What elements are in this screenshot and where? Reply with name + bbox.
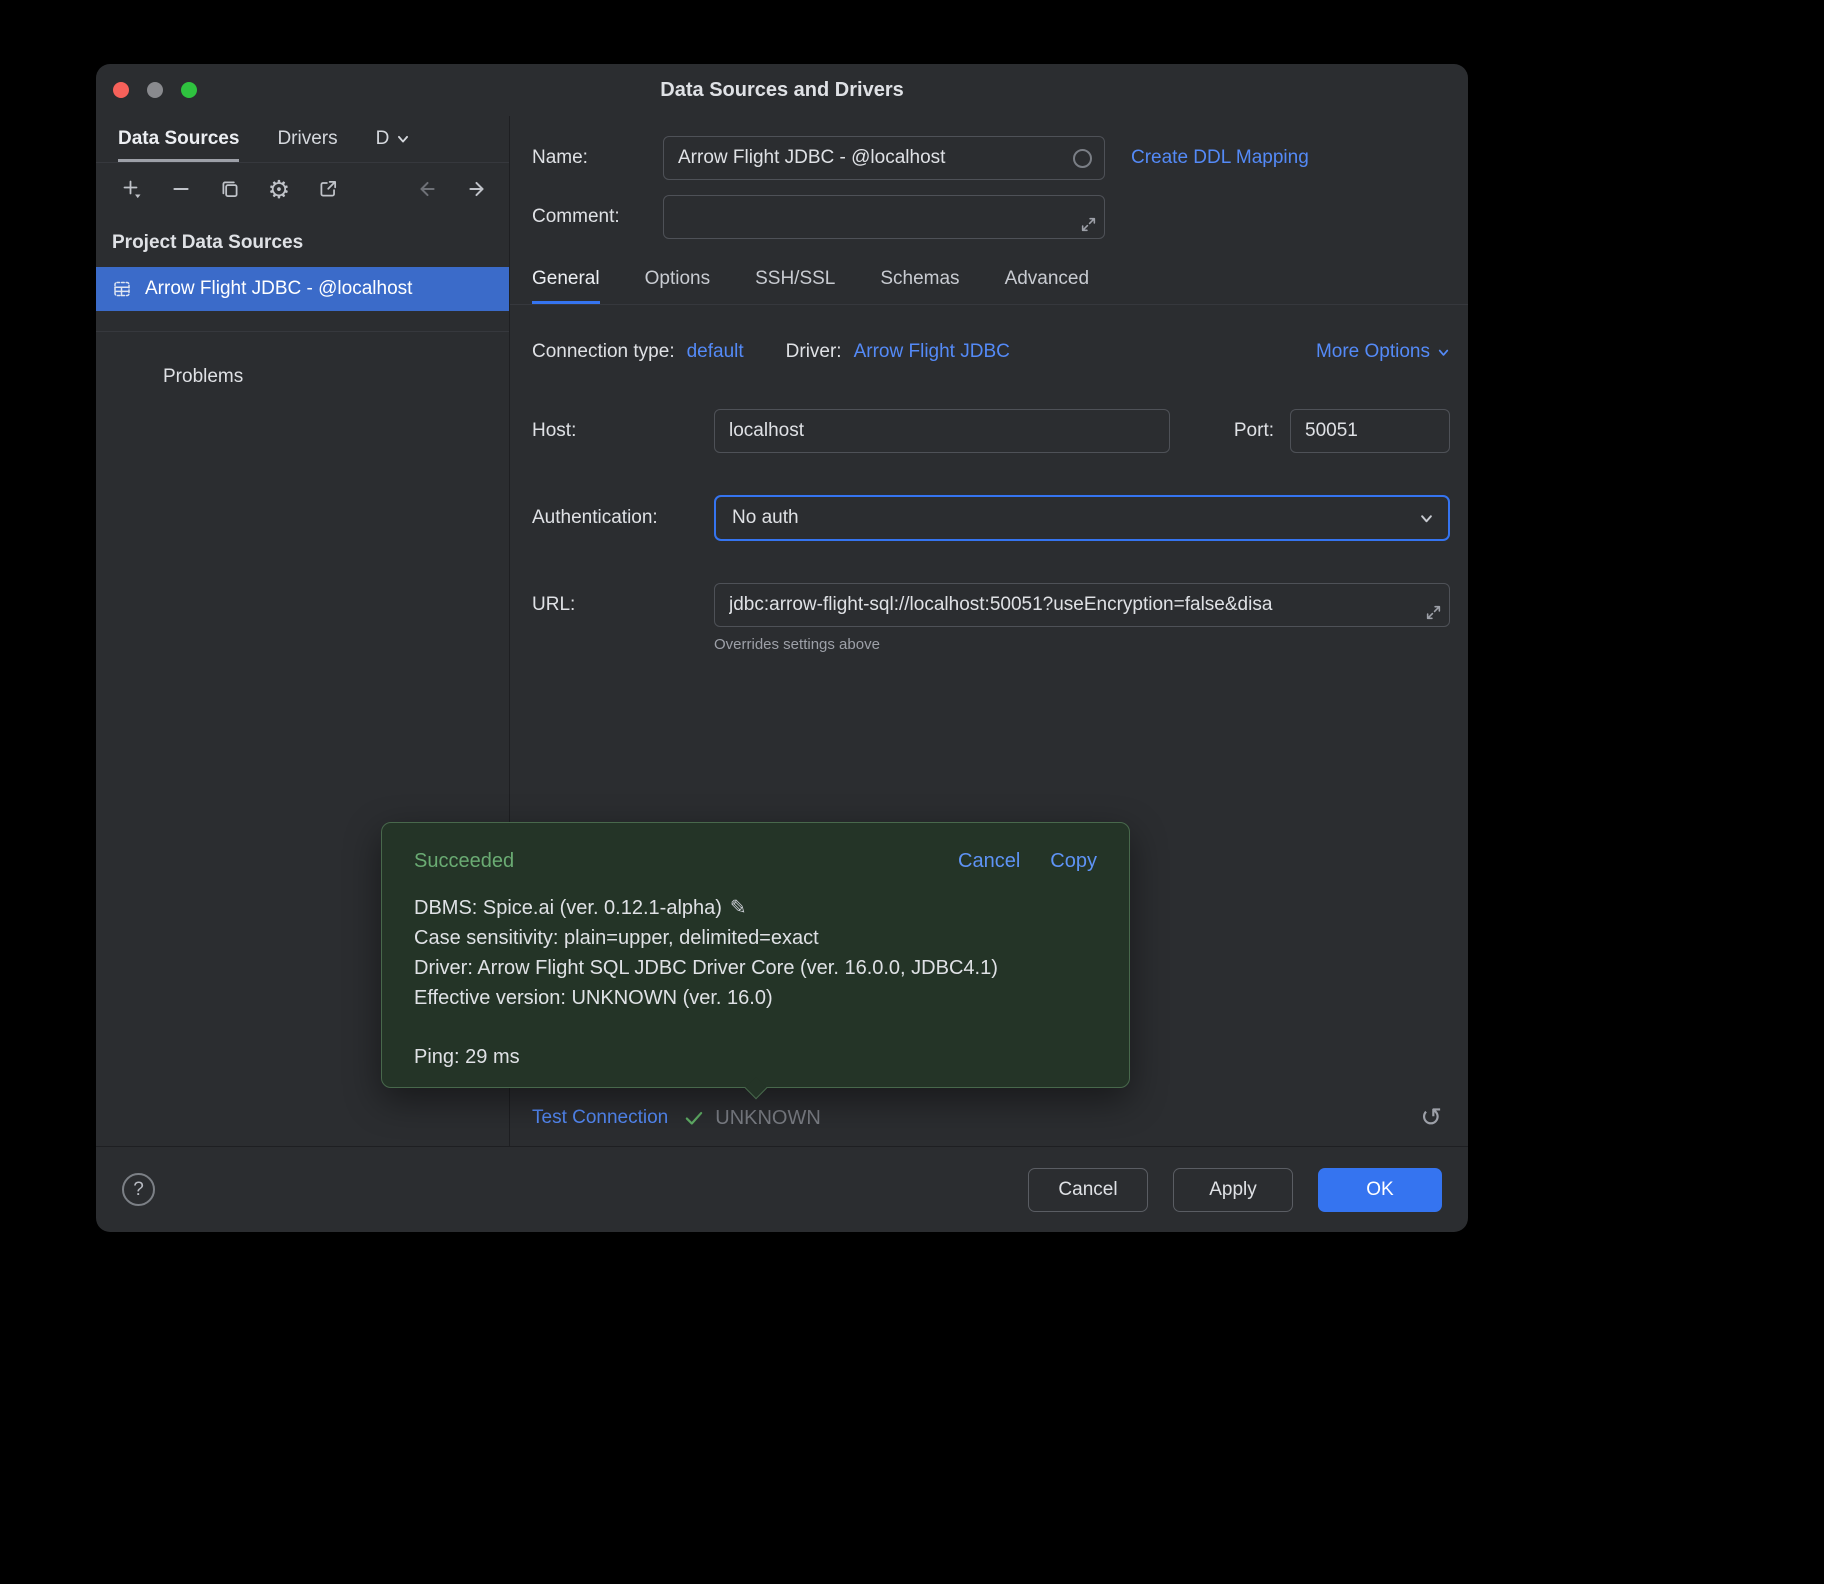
test-result-text: UNKNOWN	[715, 1107, 821, 1130]
window-title: Data Sources and Drivers	[660, 79, 903, 102]
comment-label: Comment:	[532, 206, 663, 228]
table-icon	[112, 279, 132, 299]
copy-icon	[219, 178, 241, 200]
check-icon	[683, 1107, 705, 1129]
form-tab-bar: General Options SSH/SSL Schemas Advanced	[510, 253, 1468, 305]
driver-value-link[interactable]: Arrow Flight JDBC	[854, 341, 1010, 363]
help-button[interactable]: ?	[122, 1173, 155, 1206]
port-field	[1290, 409, 1450, 453]
tab-general[interactable]: General	[532, 253, 600, 304]
history-nav-group	[415, 177, 489, 201]
add-data-source-button[interactable]	[120, 177, 144, 201]
effective-version-line: Effective version: UNKNOWN (ver. 16.0)	[414, 983, 1097, 1013]
zoom-window-button[interactable]	[181, 82, 197, 98]
name-label: Name:	[532, 147, 663, 169]
create-ddl-mapping-link[interactable]: Create DDL Mapping	[1131, 147, 1309, 169]
titlebar: Data Sources and Drivers	[96, 64, 1468, 116]
expand-icon[interactable]	[1425, 604, 1442, 621]
pencil-icon[interactable]: ✎	[730, 895, 747, 919]
undo-button[interactable]: ↺	[1420, 1105, 1442, 1131]
test-connection-link[interactable]: Test Connection	[532, 1107, 668, 1129]
plus-icon	[121, 178, 143, 200]
help-icon: ?	[133, 1179, 144, 1201]
minus-icon	[170, 178, 192, 200]
popup-cancel-link[interactable]: Cancel	[958, 850, 1020, 873]
authentication-label: Authentication:	[532, 507, 714, 529]
tab-ddl-mappings[interactable]: D	[376, 116, 411, 162]
chevron-down-icon	[1419, 511, 1434, 526]
driver-line: Driver: Arrow Flight SQL JDBC Driver Cor…	[414, 953, 1097, 983]
authentication-value: No auth	[732, 507, 799, 529]
forward-button[interactable]	[465, 177, 489, 201]
problems-item[interactable]: Problems	[96, 366, 509, 388]
back-arrow-icon	[416, 178, 438, 200]
duplicate-data-source-button[interactable]	[218, 177, 242, 201]
export-icon	[317, 178, 339, 200]
popup-copy-link[interactable]: Copy	[1050, 850, 1097, 873]
minimize-window-button[interactable]	[147, 82, 163, 98]
case-sensitivity-line: Case sensitivity: plain=upper, delimited…	[414, 923, 1097, 953]
sidebar-tab-bar: Data Sources Drivers D	[96, 116, 509, 163]
more-options-button[interactable]: More Options	[1316, 341, 1450, 363]
remove-data-source-button[interactable]	[169, 177, 193, 201]
expand-icon[interactable]	[1080, 216, 1097, 233]
chevron-down-icon	[1437, 346, 1450, 359]
connection-status-text: Succeeded	[414, 850, 514, 873]
url-input[interactable]	[715, 584, 1449, 626]
host-input[interactable]	[715, 410, 1169, 452]
url-note: Overrides settings above	[714, 636, 1450, 653]
comment-input[interactable]	[664, 196, 1104, 238]
project-data-sources-header: Project Data Sources	[96, 215, 509, 267]
connection-result-popup: Succeeded Cancel Copy DBMS: Spice.ai (ve…	[381, 822, 1130, 1088]
port-input[interactable]	[1291, 410, 1449, 452]
tab-ddl-mappings-label: D	[376, 128, 390, 150]
tab-schemas[interactable]: Schemas	[880, 253, 959, 304]
name-input[interactable]	[664, 137, 1104, 179]
connection-type-label: Connection type:	[532, 341, 675, 363]
cancel-button[interactable]: Cancel	[1028, 1168, 1148, 1212]
test-connection-row: Test Connection UNKNOWN ↺	[510, 1090, 1468, 1146]
ok-button[interactable]: OK	[1318, 1168, 1442, 1212]
tab-options[interactable]: Options	[645, 253, 710, 304]
port-label: Port:	[1234, 420, 1274, 442]
tab-ssh-ssl[interactable]: SSH/SSL	[755, 253, 835, 304]
form-head: Name: Create DDL Mapping Comment:	[510, 116, 1468, 253]
sidebar-divider	[96, 331, 509, 332]
ping-line: Ping: 29 ms	[414, 1042, 1097, 1072]
data-source-settings-button[interactable]: ⚙	[267, 177, 291, 201]
name-field	[663, 136, 1105, 180]
authentication-select[interactable]: No auth	[714, 495, 1450, 541]
tab-drivers-label: Drivers	[277, 128, 337, 150]
dbms-line: DBMS: Spice.ai (ver. 0.12.1-alpha)✎	[414, 893, 1097, 923]
driver-label: Driver:	[786, 341, 842, 363]
tab-data-sources[interactable]: Data Sources	[118, 116, 239, 162]
connection-type-value-link[interactable]: default	[687, 341, 744, 363]
host-field	[714, 409, 1170, 453]
back-button[interactable]	[415, 177, 439, 201]
url-label: URL:	[532, 594, 714, 616]
host-label: Host:	[532, 420, 714, 442]
sidebar-toolbar: ⚙	[96, 163, 509, 215]
undo-icon: ↺	[1420, 1103, 1442, 1133]
progress-spinner-icon	[1073, 149, 1092, 168]
tab-drivers[interactable]: Drivers	[277, 116, 337, 162]
more-options-label: More Options	[1316, 341, 1430, 363]
gear-icon: ⚙	[268, 177, 290, 202]
traffic-lights	[113, 82, 197, 98]
dialog-footer: ? Cancel Apply OK	[96, 1146, 1468, 1232]
data-source-item-label: Arrow Flight JDBC - @localhost	[145, 278, 412, 300]
chevron-down-icon	[396, 132, 410, 146]
tab-advanced[interactable]: Advanced	[1005, 253, 1090, 304]
forward-arrow-icon	[466, 178, 488, 200]
data-source-item[interactable]: Arrow Flight JDBC - @localhost	[96, 267, 509, 311]
url-field	[714, 583, 1450, 627]
comment-field	[663, 195, 1105, 239]
open-in-new-window-button[interactable]	[316, 177, 340, 201]
tab-data-sources-label: Data Sources	[118, 128, 239, 150]
data-sources-dialog: Data Sources and Drivers Data Sources Dr…	[96, 64, 1468, 1232]
apply-button[interactable]: Apply	[1173, 1168, 1293, 1212]
close-window-button[interactable]	[113, 82, 129, 98]
